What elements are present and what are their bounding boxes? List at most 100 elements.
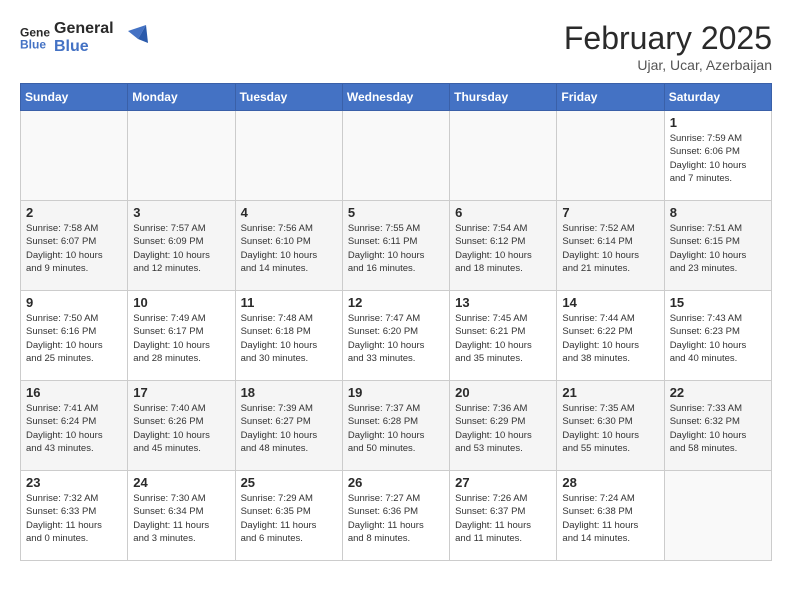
- day-number: 1: [670, 115, 766, 130]
- day-info: Sunrise: 7:43 AM Sunset: 6:23 PM Dayligh…: [670, 312, 766, 365]
- calendar-cell: 10 Sunrise: 7:49 AM Sunset: 6:17 PM Dayli…: [128, 291, 235, 381]
- day-number: 14: [562, 295, 658, 310]
- day-info: Sunrise: 7:33 AM Sunset: 6:32 PM Dayligh…: [670, 402, 766, 455]
- svg-text:Blue: Blue: [20, 37, 46, 51]
- page-header: General Blue General Blue February 2025 …: [20, 20, 772, 73]
- day-number: 4: [241, 205, 337, 220]
- calendar-cell: 2 Sunrise: 7:58 AM Sunset: 6:07 PM Daylig…: [21, 201, 128, 291]
- day-number: 24: [133, 475, 229, 490]
- calendar-cell: [450, 111, 557, 201]
- day-number: 9: [26, 295, 122, 310]
- calendar-cell: 18Sunrise: 7:39 AM Sunset: 6:27 PM Dayli…: [235, 381, 342, 471]
- day-info: Sunrise: 7:32 AM Sunset: 6:33 PM Dayligh…: [26, 492, 122, 545]
- day-number: 5: [348, 205, 444, 220]
- day-info: Sunrise: 7:27 AM Sunset: 6:36 PM Dayligh…: [348, 492, 444, 545]
- logo-general: General: [54, 20, 114, 38]
- weekday-header-saturday: Saturday: [664, 84, 771, 111]
- weekday-header-sunday: Sunday: [21, 84, 128, 111]
- calendar-cell: 23 Sunrise: 7:32 AM Sunset: 6:33 PM Dayli…: [21, 471, 128, 561]
- calendar-header: SundayMondayTuesdayWednesdayThursdayFrid…: [21, 84, 772, 111]
- day-info: Sunrise: 7:36 AM Sunset: 6:29 PM Dayligh…: [455, 402, 551, 455]
- calendar-cell: 17Sunrise: 7:40 AM Sunset: 6:26 PM Dayli…: [128, 381, 235, 471]
- calendar-cell: 11 Sunrise: 7:48 AM Sunset: 6:18 PM Dayli…: [235, 291, 342, 381]
- calendar-table: SundayMondayTuesdayWednesdayThursdayFrid…: [20, 83, 772, 561]
- calendar-body: 1Sunrise: 7:59 AM Sunset: 6:06 PM Daylig…: [21, 111, 772, 561]
- day-info: Sunrise: 7:44 AM Sunset: 6:22 PM Dayligh…: [562, 312, 658, 365]
- calendar-cell: [235, 111, 342, 201]
- title-block: February 2025 Ujar, Ucar, Azerbaijan: [564, 20, 772, 73]
- calendar-week-1: 1Sunrise: 7:59 AM Sunset: 6:06 PM Daylig…: [21, 111, 772, 201]
- day-info: Sunrise: 7:55 AM Sunset: 6:11 PM Dayligh…: [348, 222, 444, 275]
- day-number: 2: [26, 205, 122, 220]
- weekday-row: SundayMondayTuesdayWednesdayThursdayFrid…: [21, 84, 772, 111]
- day-info: Sunrise: 7:56 AM Sunset: 6:10 PM Dayligh…: [241, 222, 337, 275]
- day-info: Sunrise: 7:29 AM Sunset: 6:35 PM Dayligh…: [241, 492, 337, 545]
- calendar-cell: 28 Sunrise: 7:24 AM Sunset: 6:38 PM Dayli…: [557, 471, 664, 561]
- day-info: Sunrise: 7:54 AM Sunset: 6:12 PM Dayligh…: [455, 222, 551, 275]
- calendar-cell: 26 Sunrise: 7:27 AM Sunset: 6:36 PM Dayli…: [342, 471, 449, 561]
- location-subtitle: Ujar, Ucar, Azerbaijan: [564, 57, 772, 73]
- day-info: Sunrise: 7:50 AM Sunset: 6:16 PM Dayligh…: [26, 312, 122, 365]
- day-info: Sunrise: 7:57 AM Sunset: 6:09 PM Dayligh…: [133, 222, 229, 275]
- weekday-header-friday: Friday: [557, 84, 664, 111]
- day-number: 11: [241, 295, 337, 310]
- weekday-header-monday: Monday: [128, 84, 235, 111]
- calendar-cell: 15Sunrise: 7:43 AM Sunset: 6:23 PM Dayli…: [664, 291, 771, 381]
- calendar-cell: [128, 111, 235, 201]
- day-number: 26: [348, 475, 444, 490]
- calendar-cell: 19 Sunrise: 7:37 AM Sunset: 6:28 PM Dayli…: [342, 381, 449, 471]
- calendar-cell: 6Sunrise: 7:54 AM Sunset: 6:12 PM Daylig…: [450, 201, 557, 291]
- calendar-cell: 20 Sunrise: 7:36 AM Sunset: 6:29 PM Dayli…: [450, 381, 557, 471]
- calendar-cell: 13 Sunrise: 7:45 AM Sunset: 6:21 PM Dayli…: [450, 291, 557, 381]
- weekday-header-wednesday: Wednesday: [342, 84, 449, 111]
- day-info: Sunrise: 7:52 AM Sunset: 6:14 PM Dayligh…: [562, 222, 658, 275]
- calendar-cell: 21 Sunrise: 7:35 AM Sunset: 6:30 PM Dayli…: [557, 381, 664, 471]
- calendar-cell: 8Sunrise: 7:51 AM Sunset: 6:15 PM Daylig…: [664, 201, 771, 291]
- logo-bird-icon: [118, 23, 148, 53]
- day-info: Sunrise: 7:24 AM Sunset: 6:38 PM Dayligh…: [562, 492, 658, 545]
- day-info: Sunrise: 7:58 AM Sunset: 6:07 PM Dayligh…: [26, 222, 122, 275]
- day-number: 13: [455, 295, 551, 310]
- logo-blue: Blue: [54, 38, 114, 56]
- day-number: 18: [241, 385, 337, 400]
- calendar-cell: [21, 111, 128, 201]
- calendar-week-2: 2 Sunrise: 7:58 AM Sunset: 6:07 PM Daylig…: [21, 201, 772, 291]
- month-title: February 2025: [564, 20, 772, 57]
- calendar-week-5: 23 Sunrise: 7:32 AM Sunset: 6:33 PM Dayli…: [21, 471, 772, 561]
- calendar-cell: 7Sunrise: 7:52 AM Sunset: 6:14 PM Daylig…: [557, 201, 664, 291]
- day-info: Sunrise: 7:26 AM Sunset: 6:37 PM Dayligh…: [455, 492, 551, 545]
- day-info: Sunrise: 7:37 AM Sunset: 6:28 PM Dayligh…: [348, 402, 444, 455]
- day-number: 23: [26, 475, 122, 490]
- weekday-header-thursday: Thursday: [450, 84, 557, 111]
- calendar-cell: [664, 471, 771, 561]
- day-info: Sunrise: 7:45 AM Sunset: 6:21 PM Dayligh…: [455, 312, 551, 365]
- day-info: Sunrise: 7:48 AM Sunset: 6:18 PM Dayligh…: [241, 312, 337, 365]
- calendar-cell: 22 Sunrise: 7:33 AM Sunset: 6:32 PM Dayli…: [664, 381, 771, 471]
- day-number: 12: [348, 295, 444, 310]
- day-number: 19: [348, 385, 444, 400]
- logo-icon: General Blue: [20, 23, 50, 53]
- calendar-cell: 16Sunrise: 7:41 AM Sunset: 6:24 PM Dayli…: [21, 381, 128, 471]
- day-number: 28: [562, 475, 658, 490]
- calendar-cell: 1Sunrise: 7:59 AM Sunset: 6:06 PM Daylig…: [664, 111, 771, 201]
- weekday-header-tuesday: Tuesday: [235, 84, 342, 111]
- day-info: Sunrise: 7:47 AM Sunset: 6:20 PM Dayligh…: [348, 312, 444, 365]
- day-number: 16: [26, 385, 122, 400]
- calendar-cell: 27Sunrise: 7:26 AM Sunset: 6:37 PM Dayli…: [450, 471, 557, 561]
- day-info: Sunrise: 7:49 AM Sunset: 6:17 PM Dayligh…: [133, 312, 229, 365]
- calendar-cell: 24 Sunrise: 7:30 AM Sunset: 6:34 PM Dayli…: [128, 471, 235, 561]
- day-number: 20: [455, 385, 551, 400]
- calendar-cell: 12 Sunrise: 7:47 AM Sunset: 6:20 PM Dayli…: [342, 291, 449, 381]
- day-info: Sunrise: 7:30 AM Sunset: 6:34 PM Dayligh…: [133, 492, 229, 545]
- calendar-week-3: 9 Sunrise: 7:50 AM Sunset: 6:16 PM Daylig…: [21, 291, 772, 381]
- day-number: 17: [133, 385, 229, 400]
- calendar-cell: 5 Sunrise: 7:55 AM Sunset: 6:11 PM Daylig…: [342, 201, 449, 291]
- logo: General Blue General Blue: [20, 20, 148, 55]
- calendar-cell: 9 Sunrise: 7:50 AM Sunset: 6:16 PM Daylig…: [21, 291, 128, 381]
- day-number: 10: [133, 295, 229, 310]
- day-number: 21: [562, 385, 658, 400]
- day-number: 22: [670, 385, 766, 400]
- day-info: Sunrise: 7:35 AM Sunset: 6:30 PM Dayligh…: [562, 402, 658, 455]
- calendar-cell: 4 Sunrise: 7:56 AM Sunset: 6:10 PM Daylig…: [235, 201, 342, 291]
- calendar-cell: [557, 111, 664, 201]
